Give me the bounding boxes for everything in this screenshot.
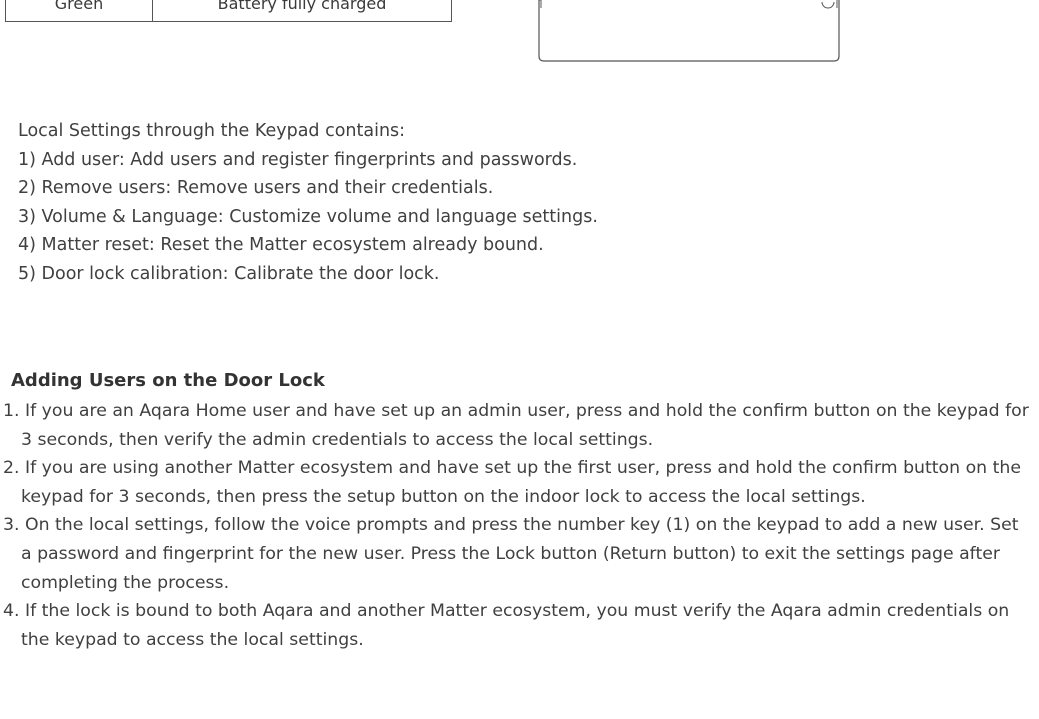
section-heading-adding-users: Adding Users on the Door Lock [11,370,325,391]
local-settings-item: 2) Remove users: Remove users and their … [18,178,494,198]
status-color-cell: Green [54,0,104,13]
step-text: 4. If the lock is bound to both Aqara an… [3,601,1010,650]
local-settings-intro: Local Settings through the Keypad contai… [18,121,406,141]
step-text: 3. On the local settings, follow the voi… [3,515,1019,593]
step-text: 2. If you are using another Matter ecosy… [3,458,1021,507]
local-settings-item: 3) Volume & Language: Customize volume a… [18,206,598,227]
battery-status-table: Green Battery fully charged [5,0,452,22]
step-item: 3. On the local settings, follow the voi… [3,511,1033,597]
step-item: 2. If you are using another Matter ecosy… [3,454,1033,511]
step-item: 1. If you are an Aqara Home user and hav… [3,397,1033,454]
local-settings-item: 5) Door lock calibration: Calibrate the … [18,263,440,284]
step-item: 4. If the lock is bound to both Aqara an… [3,597,1033,654]
adding-users-steps: 1. If you are an Aqara Home user and hav… [3,397,1033,654]
status-meaning-cell: Battery fully charged [217,0,387,13]
local-settings-item: 1) Add user: Add users and register fing… [18,149,578,170]
door-lock-outline-illustration [538,0,840,62]
step-text: 1. If you are an Aqara Home user and hav… [3,401,1029,450]
local-settings-section: Local Settings through the Keypad contai… [18,117,918,288]
local-settings-item: 4) Matter reset: Reset the Matter ecosys… [18,235,544,255]
